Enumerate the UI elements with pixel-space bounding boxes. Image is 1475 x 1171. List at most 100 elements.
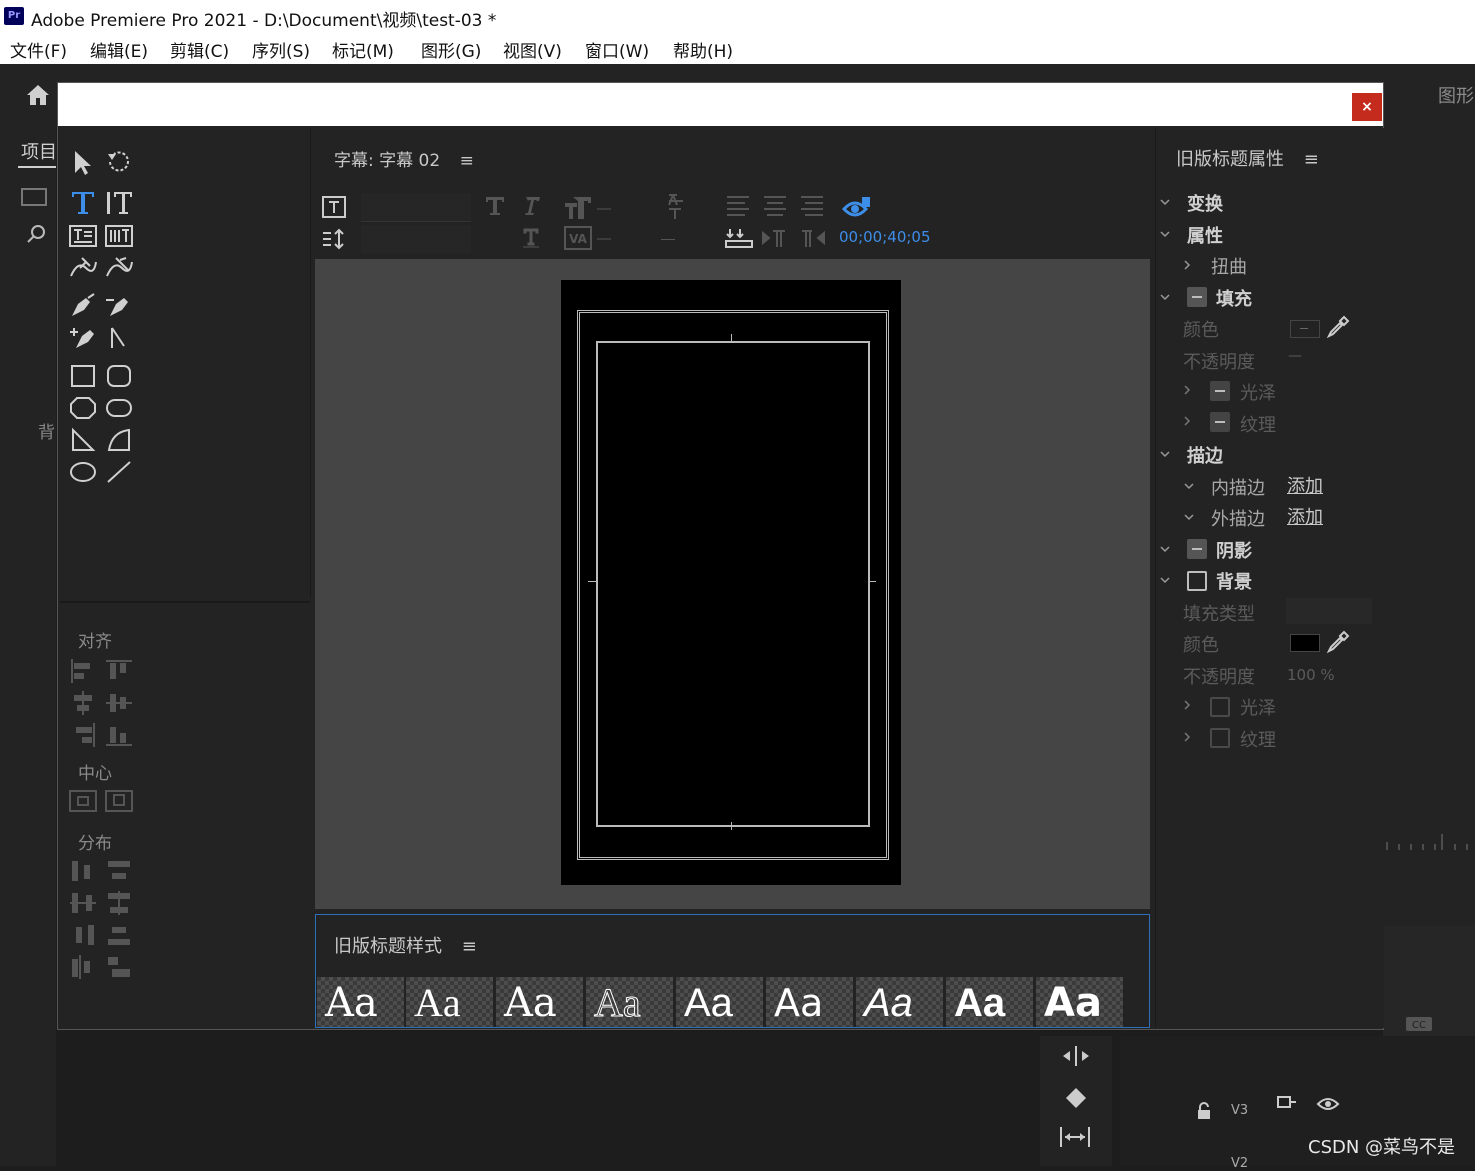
distribute-right-icon[interactable] [68, 921, 98, 949]
timecode-display[interactable]: 00;00;40;05 [839, 228, 931, 246]
chevron-right-icon[interactable] [1182, 700, 1192, 710]
style-swatch[interactable]: Aa [406, 977, 493, 1027]
section-transform[interactable]: 变换 [1187, 190, 1223, 216]
leading-icon[interactable] [661, 191, 691, 221]
align-left-icon[interactable] [68, 657, 98, 685]
roll-crawl-icon[interactable] [321, 227, 347, 251]
style-swatch[interactable]: Aa [766, 977, 853, 1027]
panel-menu-icon[interactable]: ≡ [1304, 149, 1319, 170]
distribute-v-even-icon[interactable] [104, 953, 134, 981]
vertical-area-type-tool-icon[interactable] [104, 222, 134, 250]
convert-anchor-tool-icon[interactable] [104, 324, 134, 352]
add-inner-stroke-link[interactable]: 添加 [1287, 472, 1323, 498]
chevron-down-icon[interactable] [1160, 292, 1170, 302]
align-center-text-icon[interactable] [761, 193, 789, 219]
add-outer-stroke-link[interactable]: 添加 [1287, 503, 1323, 529]
section-fill[interactable]: 填充 [1216, 285, 1252, 311]
background-video-icon[interactable] [761, 225, 789, 251]
chevron-down-icon[interactable] [1160, 575, 1170, 585]
project-tab[interactable]: 项目 [21, 138, 57, 164]
chevron-down-icon[interactable] [1160, 229, 1170, 239]
menu-sequence[interactable]: 序列(S) [252, 37, 310, 62]
chevron-down-icon[interactable] [1184, 512, 1194, 522]
underline-icon[interactable] [520, 227, 542, 249]
fill-sheen-checkbox[interactable] [1210, 381, 1230, 401]
menu-file[interactable]: 文件(F) [10, 37, 67, 62]
leading-value[interactable] [661, 239, 675, 240]
ripple-edit-icon[interactable] [1060, 1044, 1092, 1068]
menu-edit[interactable]: 编辑(E) [90, 37, 148, 62]
font-family-select[interactable] [361, 193, 471, 222]
chevron-down-icon[interactable] [1160, 197, 1170, 207]
rectangle-tool-icon[interactable] [68, 362, 98, 390]
selection-tool-icon[interactable] [68, 148, 98, 176]
chevron-down-icon[interactable] [1184, 481, 1194, 491]
chevron-right-icon[interactable] [1182, 416, 1192, 426]
area-type-tool-icon[interactable] [68, 222, 98, 250]
style-swatch[interactable]: Aa [496, 977, 583, 1027]
delete-anchor-tool-icon[interactable] [104, 292, 134, 320]
menu-markers[interactable]: 标记(M) [332, 37, 394, 62]
section-shadow[interactable]: 阴影 [1216, 537, 1252, 563]
rotation-tool-icon[interactable] [104, 148, 134, 176]
vertical-type-tool-icon[interactable] [104, 188, 134, 216]
distribute-left-icon[interactable] [68, 857, 98, 885]
menu-help[interactable]: 帮助(H) [673, 37, 733, 62]
close-button[interactable]: × [1352, 93, 1382, 121]
section-properties[interactable]: 属性 [1187, 222, 1223, 248]
title-canvas[interactable] [561, 280, 901, 885]
style-swatch[interactable]: Aa [676, 977, 763, 1027]
chevron-right-icon[interactable] [1182, 732, 1192, 742]
panel-menu-icon[interactable]: ≡ [460, 151, 474, 171]
style-swatch[interactable]: Aa [317, 977, 404, 1027]
panel-menu-icon[interactable]: ≡ [462, 936, 477, 957]
align-v-center-icon[interactable] [104, 689, 134, 717]
section-background[interactable]: 背景 [1216, 568, 1252, 594]
distribute-v-center-icon[interactable] [104, 889, 134, 917]
kerning-icon[interactable]: VA [563, 225, 615, 251]
distribute-top-icon[interactable] [104, 857, 134, 885]
center-horizontal-icon[interactable] [68, 787, 98, 815]
bg-sheen-checkbox[interactable] [1210, 697, 1230, 717]
fill-opacity-value[interactable]: — [1288, 348, 1302, 364]
distribute-bottom-icon[interactable] [104, 921, 134, 949]
type-tool-icon[interactable] [68, 188, 98, 216]
section-stroke[interactable]: 描边 [1187, 442, 1223, 468]
add-anchor-tool-icon[interactable] [68, 324, 98, 352]
graphics-workspace-tab[interactable]: 图形 [1438, 82, 1474, 108]
bg-texture-checkbox[interactable] [1210, 728, 1230, 748]
distribute-h-even-icon[interactable] [68, 953, 98, 981]
center-vertical-icon[interactable] [104, 787, 134, 815]
ellipse-tool-icon[interactable] [68, 458, 98, 486]
chevron-down-icon[interactable] [1160, 449, 1170, 459]
slip-icon[interactable] [1058, 1124, 1092, 1150]
bg-fill-type-select[interactable] [1286, 598, 1372, 624]
wedge-tool-icon[interactable] [68, 426, 98, 454]
eyedropper-icon[interactable] [1326, 630, 1350, 654]
bg-color-swatch[interactable] [1290, 634, 1320, 652]
lock-icon[interactable] [1196, 1102, 1212, 1120]
style-swatch[interactable]: Aa [946, 977, 1033, 1027]
menu-graphics[interactable]: 图形(G) [421, 37, 481, 62]
align-right-text-icon[interactable] [798, 193, 826, 219]
fill-checkbox[interactable] [1187, 287, 1207, 307]
style-swatch[interactable]: Aa [1036, 977, 1123, 1027]
show-video-icon[interactable] [842, 195, 872, 221]
menu-window[interactable]: 窗口(W) [585, 37, 649, 62]
bg-opacity-value[interactable]: 100 % [1287, 666, 1335, 684]
align-h-center-icon[interactable] [68, 689, 98, 717]
eye-icon[interactable] [1316, 1096, 1340, 1112]
pen-tool-icon[interactable] [68, 292, 98, 320]
align-left-text-icon[interactable] [724, 193, 752, 219]
vertical-path-type-tool-icon[interactable] [104, 254, 134, 282]
tab-stops-icon[interactable] [724, 225, 754, 251]
bold-icon[interactable] [484, 195, 506, 217]
home-icon[interactable] [26, 84, 50, 106]
eyedropper-icon[interactable] [1326, 315, 1350, 339]
font-size-icon[interactable] [563, 193, 615, 221]
menu-clip[interactable]: 剪辑(C) [170, 37, 229, 62]
path-type-tool-icon[interactable] [68, 254, 98, 282]
menu-view[interactable]: 视图(V) [503, 37, 562, 62]
chevron-right-icon[interactable] [1182, 385, 1192, 395]
razor-icon[interactable] [1062, 1084, 1090, 1110]
